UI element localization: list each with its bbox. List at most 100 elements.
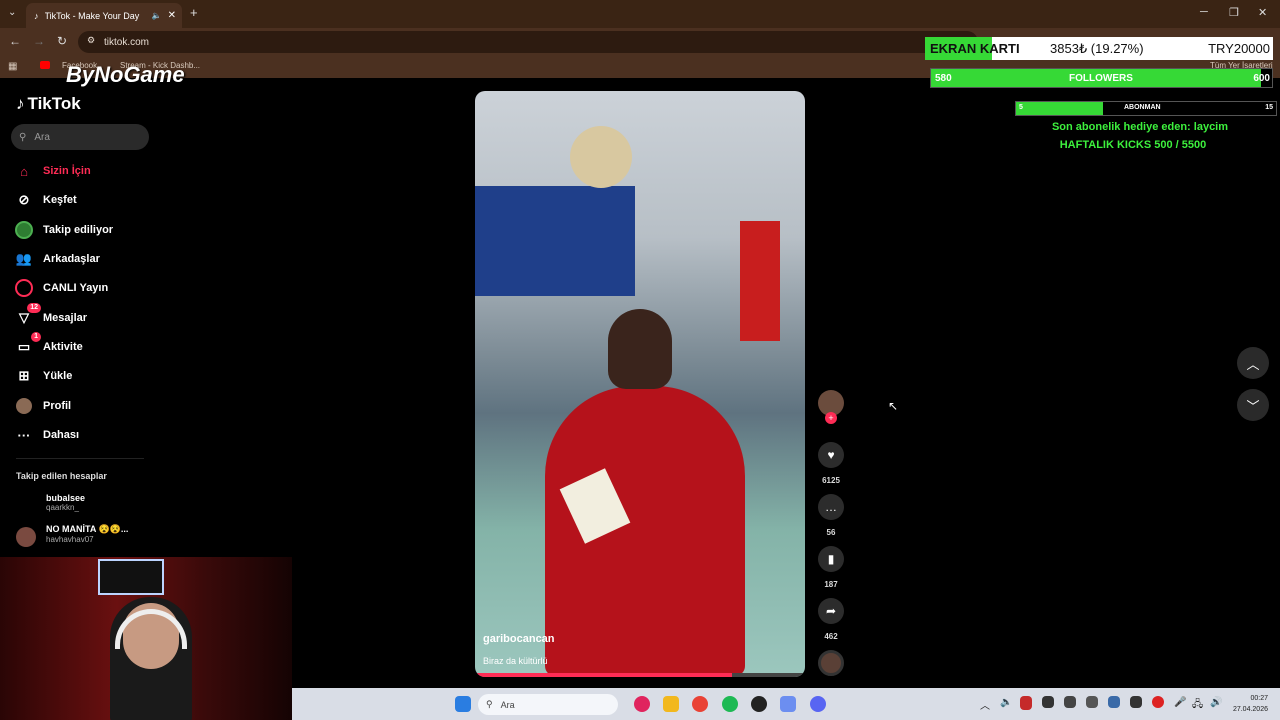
volume-icon[interactable]: 🔈 xyxy=(1000,697,1012,708)
watermark-logo: ByNoGame xyxy=(66,62,185,87)
flag-banner xyxy=(740,221,780,341)
apps-grid-icon[interactable]: ▦ xyxy=(8,61,17,72)
music-disc-icon xyxy=(818,650,844,676)
account-name: NO MANİTA 😵😵... xyxy=(46,524,129,534)
logo-text: TikTok xyxy=(27,94,81,113)
like-button[interactable]: ♥ 6125 xyxy=(818,442,844,485)
app-icon[interactable] xyxy=(780,696,796,712)
media-player-icon[interactable] xyxy=(634,696,650,712)
speaker-icon[interactable]: 🔈 xyxy=(152,11,162,20)
profile-avatar-icon xyxy=(14,396,34,416)
avatar[interactable] xyxy=(16,527,36,547)
sidebar-item-label: Sizin İçin xyxy=(43,165,91,177)
sidebar-item-label: Mesajlar xyxy=(43,312,88,324)
save-button[interactable]: ▮ 187 xyxy=(818,546,844,589)
tray-app-icon[interactable] xyxy=(1020,696,1032,710)
youtube-icon[interactable] xyxy=(40,61,50,69)
sidebar-item-label: Dahası xyxy=(43,429,80,441)
tray-app-icon[interactable] xyxy=(1152,696,1164,708)
previous-video-button[interactable]: ︿ xyxy=(1237,347,1269,379)
sound-disc[interactable] xyxy=(818,650,844,676)
heart-icon: ♥ xyxy=(818,442,844,468)
tray-app-icon[interactable] xyxy=(1064,696,1076,708)
messages-icon: ▽ 12 xyxy=(14,303,41,328)
close-window-icon[interactable]: ✕ xyxy=(1258,6,1267,19)
subscription-goal-bar: 5 ABONMAN 15 xyxy=(1015,101,1277,116)
forward-icon[interactable]: → xyxy=(33,34,45,48)
file-explorer-icon[interactable] xyxy=(663,696,679,712)
next-video-button[interactable]: ﹀ xyxy=(1237,389,1269,421)
tray-chevron-icon[interactable]: ︿ xyxy=(980,697,990,712)
sidebar-item-friends[interactable]: 👥 Arkadaşlar xyxy=(14,247,154,271)
chrome-icon[interactable] xyxy=(692,696,708,712)
sidebar-item-explore[interactable]: ⊘ Keşfet xyxy=(14,188,154,212)
obs-icon[interactable] xyxy=(751,696,767,712)
network-icon[interactable]: 🖧 xyxy=(1192,697,1203,714)
video-author[interactable]: garibocancan xyxy=(483,633,555,645)
tiktok-favicon-icon: ♪ xyxy=(34,10,39,21)
subscription-label: ABONMAN xyxy=(1124,104,1161,111)
webcam-overlay xyxy=(0,557,292,720)
spotify-icon[interactable] xyxy=(722,696,738,712)
system-clock[interactable]: 00:27 27.04.2026 xyxy=(1233,693,1268,715)
search-icon: ⚲ xyxy=(19,131,27,143)
sidebar-item-label: Arkadaşlar xyxy=(43,253,100,265)
comment-icon: … xyxy=(818,494,844,520)
taskbar-search[interactable]: ⚲ Ara xyxy=(478,694,618,715)
gpu-goal-value: 3853₺ (19.27%) xyxy=(1050,41,1144,56)
share-button[interactable]: ➦ 462 xyxy=(818,598,844,641)
clock-time: 00:27 xyxy=(1250,695,1268,702)
close-tab-icon[interactable]: ✕ xyxy=(168,10,176,21)
activity-badge: 1 xyxy=(31,332,41,342)
url-field[interactable]: ⚙ tiktok.com xyxy=(78,31,978,53)
sidebar-item-following[interactable]: Takip ediliyor xyxy=(14,218,154,242)
sidebar-item-profile[interactable]: Profil xyxy=(14,394,154,418)
tiktok-logo[interactable]: ♪ TikTok xyxy=(16,94,81,114)
following-account[interactable]: bubalsee qaarkkn_ xyxy=(46,493,176,512)
comment-button[interactable]: … 56 xyxy=(818,494,844,537)
person-head xyxy=(608,309,672,389)
microphone-icon[interactable]: 🎤 xyxy=(1174,697,1186,708)
windows-start-icon[interactable] xyxy=(455,696,471,712)
sidebar-item-label: Takip ediliyor xyxy=(43,224,114,236)
follow-plus-icon[interactable]: + xyxy=(825,412,837,424)
gpu-goal-target: TRY20000 xyxy=(1208,41,1270,56)
sidebar-item-messages[interactable]: ▽ 12 Mesajlar xyxy=(14,303,154,330)
tray-app-icon[interactable] xyxy=(1042,696,1054,708)
following-account[interactable]: NO MANİTA 😵😵... havhavhav07 xyxy=(46,524,176,544)
video-caption: Biraz da kültürlü xyxy=(483,656,548,666)
video-progress-bar[interactable] xyxy=(475,673,805,677)
following-avatar-icon xyxy=(14,220,34,240)
sidebar-item-for-you[interactable]: ⌂ Sizin İçin xyxy=(14,159,154,183)
discord-icon[interactable] xyxy=(810,696,826,712)
search-input[interactable]: ⚲ Ara xyxy=(11,124,149,150)
restore-icon[interactable]: ❐ xyxy=(1229,6,1239,19)
tray-app-icon[interactable] xyxy=(1086,696,1098,708)
chevron-up-icon: ︿ xyxy=(1246,356,1260,372)
following-accounts-header: Takip edilen hesaplar xyxy=(16,471,107,481)
bookmark-icon: ▮ xyxy=(818,546,844,572)
sidebar-item-more[interactable]: ··· Dahası xyxy=(14,423,154,447)
search-icon: ⚲ xyxy=(486,699,493,709)
home-icon: ⌂ xyxy=(20,163,28,179)
sidebar-item-activity[interactable]: ▭ 1 Aktivite xyxy=(14,332,154,359)
minimize-icon[interactable]: ─ xyxy=(1200,6,1208,18)
tab-list-icon[interactable]: ⌄ xyxy=(8,7,16,18)
speaker-icon[interactable]: 🔊 xyxy=(1210,697,1222,708)
activity-icon: ▭ 1 xyxy=(14,332,41,357)
sidebar-item-label: Yükle xyxy=(43,370,73,382)
site-info-icon[interactable]: ⚙ xyxy=(87,35,95,46)
sidebar-item-upload[interactable]: ⊞ Yükle xyxy=(14,364,154,388)
account-name: bubalsee xyxy=(46,493,86,503)
tray-app-icon[interactable] xyxy=(1130,696,1142,708)
browser-tab[interactable]: ♪ TikTok - Make Your Day 🔈 ✕ xyxy=(26,3,182,28)
video-player[interactable]: garibocancan Biraz da kültürlü xyxy=(475,91,805,677)
sidebar-item-live[interactable]: CANLI Yayın xyxy=(14,276,154,300)
tray-app-icon[interactable] xyxy=(1108,696,1120,708)
creator-avatar[interactable]: + xyxy=(818,390,844,424)
followers-current: 580 xyxy=(935,73,952,84)
new-tab-icon[interactable]: + xyxy=(190,5,198,20)
reload-icon[interactable]: ↻ xyxy=(57,34,67,48)
back-icon[interactable]: ← xyxy=(9,34,21,48)
upload-icon: ⊞ xyxy=(18,368,30,383)
